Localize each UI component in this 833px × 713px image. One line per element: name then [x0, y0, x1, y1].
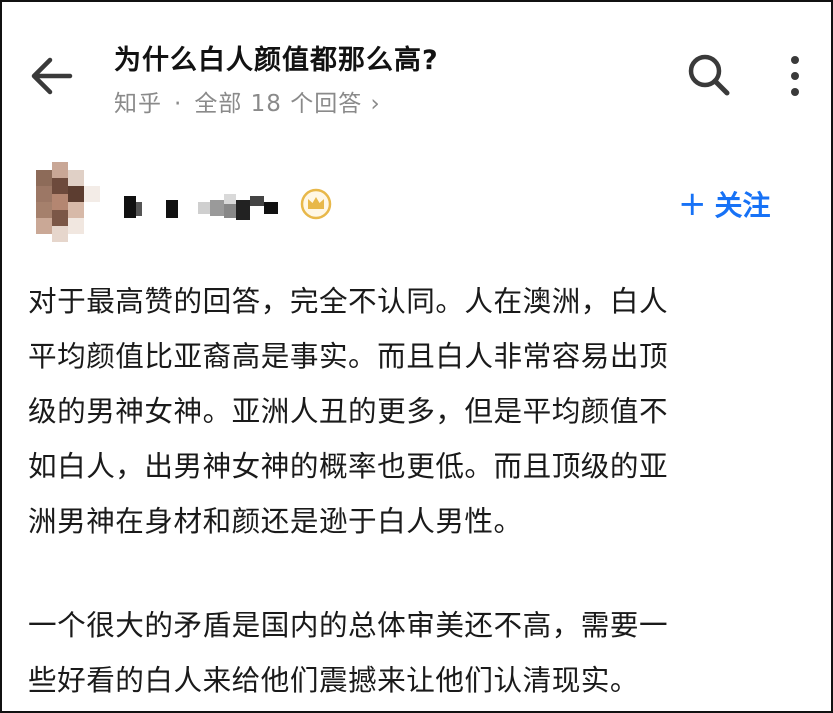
crown-badge-icon — [300, 188, 332, 220]
search-button[interactable] — [686, 52, 732, 98]
answer-line: 洲男神在身材和颜还是逊于白人男性。 — [28, 504, 523, 538]
question-title[interactable]: 为什么白人颜值都那么高? — [114, 38, 674, 77]
follow-button[interactable]: + 关注 — [678, 182, 771, 226]
answer-line: 平均颜值比亚裔高是事实。而且白人非常容易出顶 — [28, 339, 669, 373]
answer-line: 级的男神女神。亚洲人丑的更多，但是平均颜值不 — [28, 394, 669, 428]
source-label: 知乎 — [114, 91, 162, 117]
author-avatar[interactable] — [36, 162, 100, 242]
plus-icon: + — [678, 184, 707, 224]
more-options-button[interactable] — [782, 54, 808, 98]
search-icon — [688, 54, 730, 96]
answer-line: 如白人，出男神女神的概率也更低。而且顶级的亚 — [28, 449, 669, 483]
answer-line: 对于最高赞的回答，完全不认同。人在澳洲，白人 — [28, 284, 669, 318]
follow-label: 关注 — [714, 189, 771, 222]
separator-dot: · — [174, 91, 183, 117]
answer-line: 一个很大的矛盾是国内的总体审美还不高，需要一 — [28, 608, 669, 642]
arrow-left-icon — [31, 57, 73, 95]
answer-paragraph-2: 一个很大的矛盾是国内的总体审美还不高，需要一 些好看的白人来给他们震撼来让他们认… — [28, 598, 813, 708]
more-vertical-icon — [791, 56, 799, 96]
all-answers-link[interactable]: 全部 18 个回答 › — [194, 91, 380, 117]
answer-paragraph-1: 对于最高赞的回答，完全不认同。人在澳洲，白人 平均颜值比亚裔高是事实。而且白人非… — [28, 274, 813, 549]
screen-frame: 为什么白人颜值都那么高? 知乎 · 全部 18 个回答 › + 关注 对于最高赞… — [0, 0, 833, 713]
question-meta: 知乎 · 全部 18 个回答 › — [114, 84, 381, 118]
answer-line: 些好看的白人来给他们震撼来让他们认清现实。 — [28, 663, 639, 697]
author-name-redacted[interactable] — [122, 182, 292, 226]
back-button[interactable] — [30, 56, 76, 96]
